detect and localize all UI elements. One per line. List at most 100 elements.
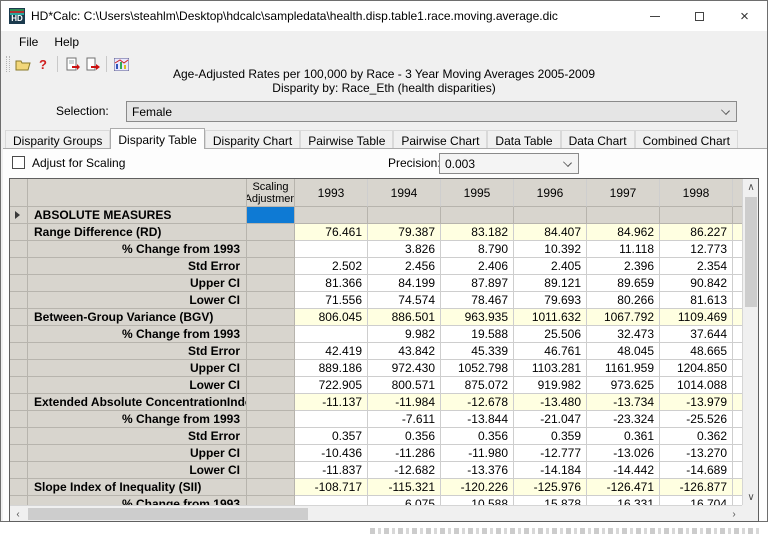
value-cell[interactable]: 1103.281 (514, 360, 587, 377)
value-cell[interactable]: 16.331 (587, 496, 660, 505)
row-header-cell[interactable] (10, 326, 28, 343)
value-cell[interactable]: -23.324 (587, 411, 660, 428)
grid-corner-cell[interactable] (10, 179, 28, 207)
value-cell[interactable]: -13.734 (587, 394, 660, 411)
scaling-adjustment-cell[interactable] (247, 258, 295, 275)
value-cell[interactable] (295, 241, 368, 258)
value-cell[interactable]: 889.186 (295, 360, 368, 377)
row-label-cell[interactable]: Std Error (28, 428, 247, 445)
value-cell[interactable]: 42.419 (295, 343, 368, 360)
row-header-cell[interactable] (10, 241, 28, 258)
scaling-adjustment-cell[interactable] (247, 360, 295, 377)
row-label-cell[interactable]: Between-Group Variance (BGV) (28, 309, 247, 326)
row-label-cell[interactable]: Slope Index of Inequality (SII) (28, 479, 247, 496)
value-cell[interactable]: -13.480 (514, 394, 587, 411)
value-cell[interactable]: 722.905 (295, 377, 368, 394)
scroll-down-icon[interactable]: ∨ (743, 489, 759, 505)
row-header-cell[interactable] (10, 428, 28, 445)
value-cell[interactable]: 1109.469 (660, 309, 733, 326)
selection-dropdown[interactable]: Female (126, 101, 737, 122)
value-cell[interactable]: 79.693 (514, 292, 587, 309)
value-cell[interactable]: 963.935 (441, 309, 514, 326)
row-header-cell[interactable] (10, 292, 28, 309)
year-column-header[interactable]: 1998 (660, 179, 733, 207)
value-cell[interactable]: 1204.850 (660, 360, 733, 377)
year-column-header[interactable]: 1996 (514, 179, 587, 207)
value-cell[interactable]: -11.837 (295, 462, 368, 479)
value-cell[interactable]: 12.773 (660, 241, 733, 258)
value-cell[interactable]: 25.506 (514, 326, 587, 343)
scaling-adjustment-cell[interactable] (247, 479, 295, 496)
tab-data-table[interactable]: Data Table (487, 130, 560, 149)
horizontal-scrollbar[interactable]: ‹ › (10, 505, 742, 521)
tab-disparity-groups[interactable]: Disparity Groups (5, 130, 110, 149)
value-cell[interactable]: 0.361 (587, 428, 660, 445)
value-cell[interactable] (660, 207, 733, 224)
value-cell[interactable]: 806.045 (295, 309, 368, 326)
value-cell[interactable]: 2.406 (441, 258, 514, 275)
value-cell[interactable]: 3.826 (368, 241, 441, 258)
value-cell[interactable]: 87.897 (441, 275, 514, 292)
row-header-cell[interactable] (10, 275, 28, 292)
precision-dropdown[interactable]: 0.003 (439, 153, 579, 174)
tab-pairwise-chart[interactable]: Pairwise Chart (393, 130, 487, 149)
scaling-adjustment-cell[interactable] (247, 462, 295, 479)
value-cell[interactable]: -7.611 (368, 411, 441, 428)
year-column-header[interactable]: 1995 (441, 179, 514, 207)
value-cell[interactable]: -12.777 (514, 445, 587, 462)
value-cell[interactable]: -115.321 (368, 479, 441, 496)
value-cell[interactable]: 875.072 (441, 377, 514, 394)
value-cell[interactable]: -11.980 (441, 445, 514, 462)
value-cell[interactable] (295, 207, 368, 224)
row-label-cell[interactable]: Std Error (28, 258, 247, 275)
close-button[interactable]: × (722, 1, 767, 31)
row-header-cell[interactable] (10, 360, 28, 377)
maximize-button[interactable] (677, 1, 722, 31)
value-cell[interactable] (441, 207, 514, 224)
row-header-cell[interactable] (10, 207, 28, 224)
scaling-adjustment-cell[interactable] (247, 309, 295, 326)
adjust-for-scaling-checkbox[interactable] (12, 156, 25, 169)
row-label-cell[interactable]: Upper CI (28, 275, 247, 292)
value-cell[interactable]: 89.659 (587, 275, 660, 292)
row-label-cell[interactable]: Upper CI (28, 445, 247, 462)
value-cell[interactable]: 71.556 (295, 292, 368, 309)
value-cell[interactable]: -12.678 (441, 394, 514, 411)
year-column-header[interactable]: 1994 (368, 179, 441, 207)
row-header-cell[interactable] (10, 462, 28, 479)
value-cell[interactable] (295, 496, 368, 505)
value-cell[interactable]: -13.270 (660, 445, 733, 462)
value-cell[interactable]: -14.184 (514, 462, 587, 479)
value-cell[interactable]: 83.182 (441, 224, 514, 241)
row-label-cell[interactable]: Range Difference (RD) (28, 224, 247, 241)
scaling-adjustment-cell[interactable] (247, 496, 295, 505)
value-cell[interactable]: -108.717 (295, 479, 368, 496)
value-cell[interactable]: -11.137 (295, 394, 368, 411)
value-cell[interactable]: -13.376 (441, 462, 514, 479)
value-cell[interactable]: 74.574 (368, 292, 441, 309)
value-cell[interactable]: 9.982 (368, 326, 441, 343)
horizontal-scroll-thumb[interactable] (28, 508, 308, 520)
value-cell[interactable]: -13.844 (441, 411, 514, 428)
value-cell[interactable]: 10.588 (441, 496, 514, 505)
value-cell[interactable]: 1052.798 (441, 360, 514, 377)
scaling-adjustment-cell[interactable] (247, 241, 295, 258)
value-cell[interactable]: -14.689 (660, 462, 733, 479)
value-cell[interactable]: 2.396 (587, 258, 660, 275)
vertical-scrollbar[interactable]: ∧ ∨ (742, 179, 758, 505)
value-cell[interactable] (295, 411, 368, 428)
menu-help[interactable]: Help (46, 32, 87, 52)
value-cell[interactable]: -126.471 (587, 479, 660, 496)
tab-combined-chart[interactable]: Combined Chart (635, 130, 738, 149)
tab-pairwise-table[interactable]: Pairwise Table (300, 130, 393, 149)
value-cell[interactable]: 45.339 (441, 343, 514, 360)
row-label-cell[interactable]: Upper CI (28, 360, 247, 377)
value-cell[interactable] (295, 326, 368, 343)
row-label-cell[interactable]: Lower CI (28, 377, 247, 394)
value-cell[interactable]: 0.359 (514, 428, 587, 445)
scaling-adjustment-cell[interactable] (247, 326, 295, 343)
value-cell[interactable]: 973.625 (587, 377, 660, 394)
value-cell[interactable]: 2.502 (295, 258, 368, 275)
value-cell[interactable]: 8.790 (441, 241, 514, 258)
menu-file[interactable]: File (11, 32, 46, 52)
